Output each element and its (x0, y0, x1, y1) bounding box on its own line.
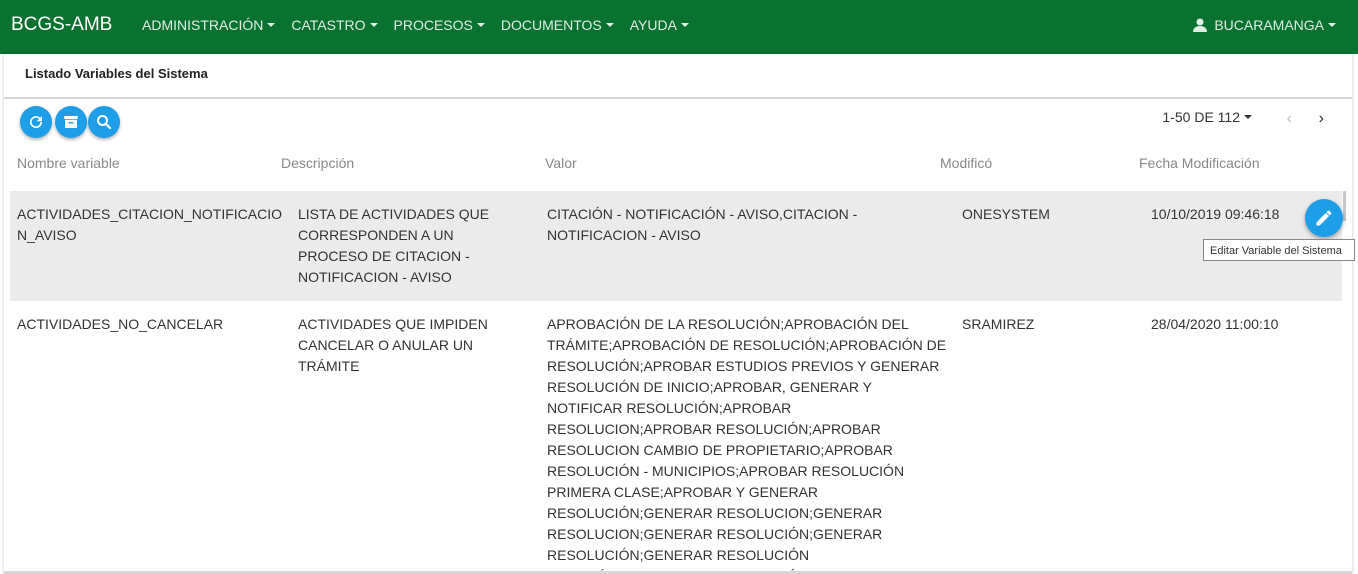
user-name: BUCARAMANGA (1214, 17, 1324, 33)
refresh-icon (30, 116, 43, 129)
cell-descripcion: LISTA DE ACTIVIDADES QUE CORRESPONDEN A … (298, 206, 490, 285)
table-row[interactable]: ACTIVIDADES_NO_CANCELAR ACTIVIDADES QUE … (10, 301, 1342, 574)
col-header-nombre[interactable]: Nombre variable (17, 155, 120, 171)
search-button[interactable] (88, 106, 120, 138)
menu-ayuda[interactable]: AYUDA (630, 17, 689, 33)
cell-nombre: ACTIVIDADES_CITACION_NOTIFICACION_AVISO (17, 206, 282, 243)
top-navbar: BCGS-AMB ADMINISTRACIÓN CATASTRO PROCESO… (0, 0, 1358, 54)
prev-page-button[interactable]: ‹ (1287, 110, 1292, 128)
next-page-button[interactable]: › (1319, 110, 1324, 128)
col-header-fecha[interactable]: Fecha Modificación (1139, 155, 1260, 171)
search-icon (97, 115, 112, 130)
cell-valor: CITACIÓN - NOTIFICACIÓN - AVISO,CITACION… (547, 206, 858, 243)
cell-descripcion: ACTIVIDADES QUE IMPIDEN CANCELAR O ANULA… (298, 316, 488, 374)
menu-documentos[interactable]: DOCUMENTOS (501, 17, 614, 33)
cell-modifico: ONESYSTEM (962, 206, 1050, 222)
user-menu[interactable]: BUCARAMANGA (1192, 17, 1336, 33)
table-scrollbar[interactable] (1343, 191, 1346, 221)
cell-fecha: 28/04/2020 11:00:10 (1151, 316, 1279, 332)
archive-button[interactable] (55, 106, 87, 138)
cell-fecha: 10/10/2019 09:46:18 (1151, 206, 1280, 222)
col-header-descripcion[interactable]: Descripción (281, 155, 354, 171)
caret-down-icon (1328, 23, 1336, 27)
archive-icon (64, 116, 78, 128)
col-header-modifico[interactable]: Modificó (940, 155, 992, 171)
col-header-valor[interactable]: Valor (545, 155, 577, 171)
card-title: Listado Variables del Sistema (4, 54, 1352, 99)
user-icon (1193, 18, 1208, 32)
caret-down-icon (476, 23, 485, 27)
app-brand[interactable]: BCGS-AMB (11, 14, 112, 36)
caret-down-icon (605, 23, 614, 27)
caret-down-icon (680, 23, 689, 27)
menu-catastro[interactable]: CATASTRO (291, 17, 378, 33)
cell-modifico: SRAMIREZ (962, 316, 1035, 332)
caret-down-icon (267, 23, 276, 27)
edit-variable-button[interactable] (1305, 199, 1343, 237)
variables-card: Listado Variables del Sistema 1-50 DE 11… (4, 54, 1352, 574)
cell-nombre: ACTIVIDADES_NO_CANCELAR (17, 316, 224, 332)
pencil-icon (1316, 210, 1332, 226)
menu-administracion[interactable]: ADMINISTRACIÓN (142, 17, 276, 33)
pagination-range[interactable]: 1-50 DE 112 (1162, 109, 1252, 125)
caret-down-icon (369, 23, 378, 27)
main-menu: ADMINISTRACIÓN CATASTRO PROCESOS DOCUMEN… (142, 17, 705, 33)
edit-tooltip: Editar Variable del Sistema (1203, 239, 1355, 261)
cell-valor: APROBACIÓN DE LA RESOLUCIÓN;APROBACIÓN D… (547, 316, 947, 574)
table-row[interactable]: ACTIVIDADES_CITACION_NOTIFICACION_AVISO … (10, 191, 1342, 301)
refresh-button[interactable] (20, 106, 52, 138)
menu-procesos[interactable]: PROCESOS (394, 17, 485, 33)
caret-down-icon (1244, 115, 1252, 119)
